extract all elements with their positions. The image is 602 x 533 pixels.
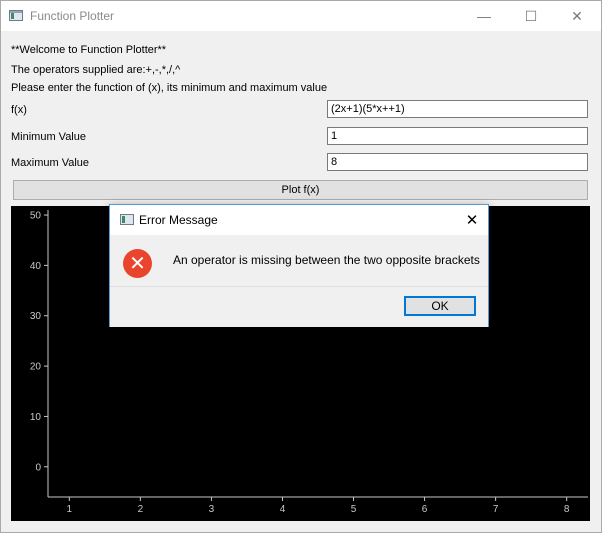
- dialog-close-button[interactable]: ✕: [460, 209, 484, 231]
- x-tick-label: 8: [564, 504, 570, 515]
- x-tick-label: 7: [493, 504, 499, 515]
- welcome-text: **Welcome to Function Plotter**: [11, 44, 167, 56]
- x-tick-label: 2: [138, 504, 144, 515]
- dialog-body: ✕ An operator is missing between the two…: [110, 235, 488, 286]
- maximize-button[interactable]: ☐: [508, 1, 554, 31]
- error-dialog: Error Message ✕ ✕ An operator is missing…: [109, 204, 489, 327]
- close-button[interactable]: ✕: [554, 1, 600, 31]
- y-tick-label: 10: [30, 412, 42, 423]
- dialog-footer: OK: [110, 286, 488, 327]
- x-tick-label: 5: [351, 504, 357, 515]
- ok-button[interactable]: OK: [404, 296, 476, 316]
- window-title: Function Plotter: [30, 9, 115, 23]
- max-value-input[interactable]: [327, 153, 588, 171]
- y-tick-label: 20: [30, 362, 42, 373]
- instructions-text: Please enter the function of (x), its mi…: [11, 82, 328, 94]
- y-tick-label: 50: [30, 211, 42, 222]
- fx-input[interactable]: [327, 100, 588, 118]
- y-tick-label: 30: [30, 311, 42, 322]
- y-tick-label: 40: [30, 261, 42, 272]
- operators-text: The operators supplied are:+,-,*,/,^: [11, 64, 181, 76]
- minimize-button[interactable]: —: [461, 1, 507, 31]
- fx-label: f(x): [11, 104, 27, 116]
- dialog-title: Error Message: [139, 213, 218, 227]
- x-tick-label: 1: [67, 504, 73, 515]
- plot-button[interactable]: Plot f(x): [13, 180, 588, 200]
- dialog-app-icon: [120, 214, 134, 225]
- dialog-title-bar: Error Message ✕: [110, 205, 488, 235]
- min-value-label: Minimum Value: [11, 131, 86, 143]
- x-tick-label: 6: [422, 504, 428, 515]
- title-bar: Function Plotter — ☐ ✕: [1, 1, 601, 31]
- min-value-input[interactable]: [327, 127, 588, 145]
- x-tick-label: 4: [280, 504, 286, 515]
- app-icon: [9, 10, 23, 21]
- max-value-label: Maximum Value: [11, 157, 90, 169]
- x-tick-label: 3: [209, 504, 215, 515]
- y-tick-label: 0: [35, 462, 41, 473]
- error-message: An operator is missing between the two o…: [173, 253, 480, 267]
- error-icon: ✕: [123, 249, 152, 278]
